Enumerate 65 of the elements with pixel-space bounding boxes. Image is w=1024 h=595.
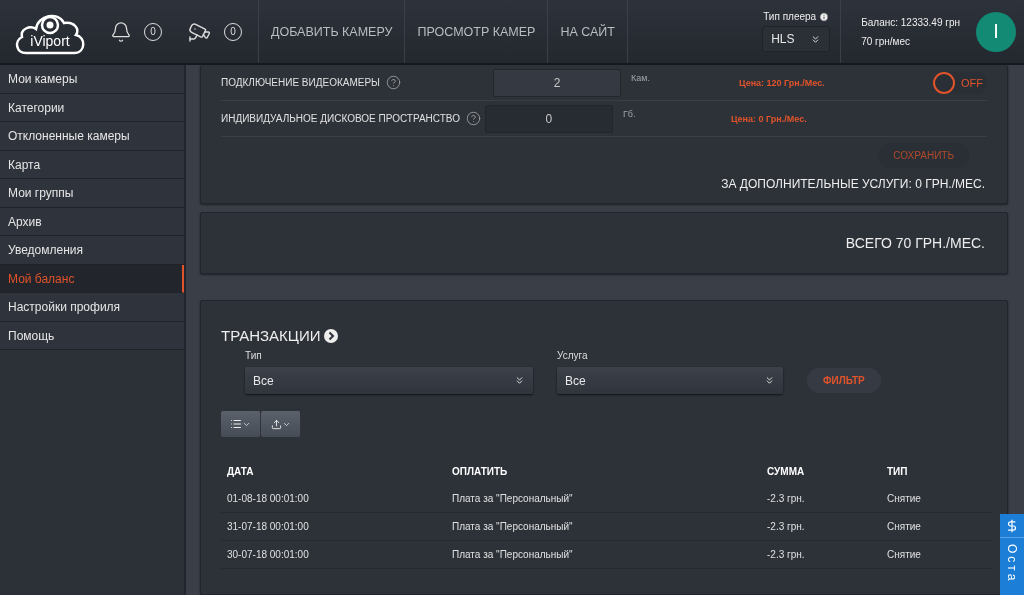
table-cell-text: Снятие — [887, 549, 922, 560]
nav-link[interactable]: ДОБАВИТЬ КАМЕРУ — [258, 0, 405, 63]
table-cell-text: Снятие — [887, 493, 922, 504]
filter-label: Услуга — [557, 350, 589, 361]
service-label: ИНДИВИДУАЛЬНОЕ ДИСКОВОЕ ПРОСТРАНСТВО — [221, 113, 460, 124]
chevrons-icon — [764, 375, 775, 386]
side-widget[interactable]: Оста — [1000, 514, 1024, 595]
service-label: ПОДКЛЮЧЕНИЕ ВИДЕОКАМЕРЫ — [221, 77, 380, 88]
logo[interactable]: iViport — [12, 6, 88, 57]
columns-button[interactable] — [221, 411, 261, 437]
sidebar-item[interactable]: Мои камеры — [0, 65, 184, 94]
table-cell-text: -2.3 грн. — [767, 521, 806, 532]
table-cell-text: Плата за "Персональный" — [452, 521, 574, 532]
unit-label: Кам. — [629, 73, 651, 83]
chevrons-icon — [514, 375, 525, 386]
nav-link[interactable]: ПРОСМОТР КАМЕР — [404, 0, 548, 63]
sidebar-item[interactable]: Уведомления — [0, 236, 184, 265]
nav-link[interactable]: НА САЙТ — [547, 0, 627, 63]
help-icon[interactable] — [385, 75, 401, 90]
table-cell-text: 31-07-18 00:01:00 — [227, 521, 310, 532]
transactions-title: ТРАНЗАКЦИИ — [221, 327, 321, 344]
upload-icon — [270, 418, 282, 430]
help-icon[interactable] — [465, 111, 481, 126]
price-text: Цена: 120 Грн./Мес. — [738, 77, 826, 88]
sidebar-item[interactable]: Категории — [0, 93, 184, 122]
export-button[interactable] — [261, 411, 301, 437]
sidebar-item[interactable]: Мой баланс — [0, 264, 184, 293]
arrow-circle-icon[interactable] — [324, 328, 339, 343]
sidebar-item[interactable]: Помощь — [0, 321, 184, 350]
player-select[interactable]: HLS — [762, 26, 831, 52]
table-cell-text: 01-08-18 00:01:00 — [227, 493, 310, 504]
info-icon[interactable] — [819, 11, 830, 22]
list-icon — [230, 418, 242, 430]
monthly-rate: 70 грн/мес — [861, 35, 912, 47]
table-cell-text: -2.3 грн. — [767, 493, 806, 504]
column-header: ДАТА — [227, 465, 255, 477]
table-cell-text: -2.3 грн. — [767, 549, 806, 560]
bell-icon[interactable] — [110, 20, 132, 43]
sidebar-item[interactable]: Настройки профиля — [0, 293, 184, 322]
filter-select[interactable]: Все — [245, 367, 533, 394]
sidebar-item[interactable]: Мои группы — [0, 179, 184, 208]
column-header: СУММА — [767, 465, 806, 477]
table-cell-text: Снятие — [887, 521, 922, 532]
avatar[interactable]: I — [976, 11, 1016, 52]
table-cell-text: Плата за "Персональный" — [452, 493, 574, 504]
balance-text: Баланс: 12333.49 грн — [861, 16, 960, 28]
quantity-field[interactable]: 0 — [484, 104, 613, 133]
toggle-switch[interactable]: OFF — [933, 71, 987, 94]
sidebar-item[interactable]: Архив — [0, 207, 184, 236]
widget-label: Оста — [1005, 544, 1019, 584]
dollar-icon — [1005, 518, 1019, 533]
total-text: ВСЕГО 70 ГРН./МЕС. — [845, 235, 985, 251]
table-cell-text: Плата за "Персональный" — [452, 549, 574, 560]
unit-label: Гб. — [621, 109, 637, 119]
services-subtotal: ЗА ДОПОЛНИТЕЛЬНЫЕ УСЛУГИ: 0 ГРН./МЕС. — [720, 177, 986, 191]
table-cell-text: 30-07-18 00:01:00 — [227, 549, 310, 560]
sidebar-item[interactable]: Карта — [0, 150, 184, 179]
price-text: Цена: 0 Грн./Мес. — [730, 113, 808, 124]
quantity-field[interactable]: 2 — [492, 68, 621, 97]
column-header: ТИП — [887, 465, 909, 477]
sidebar-item[interactable]: Отклоненные камеры — [0, 122, 184, 151]
player-type-label: Тип плеера — [763, 11, 817, 22]
filter-label: Тип — [245, 350, 263, 361]
filter-select[interactable]: Все — [557, 367, 783, 394]
column-header: ОПЛАТИТЬ — [452, 465, 509, 477]
